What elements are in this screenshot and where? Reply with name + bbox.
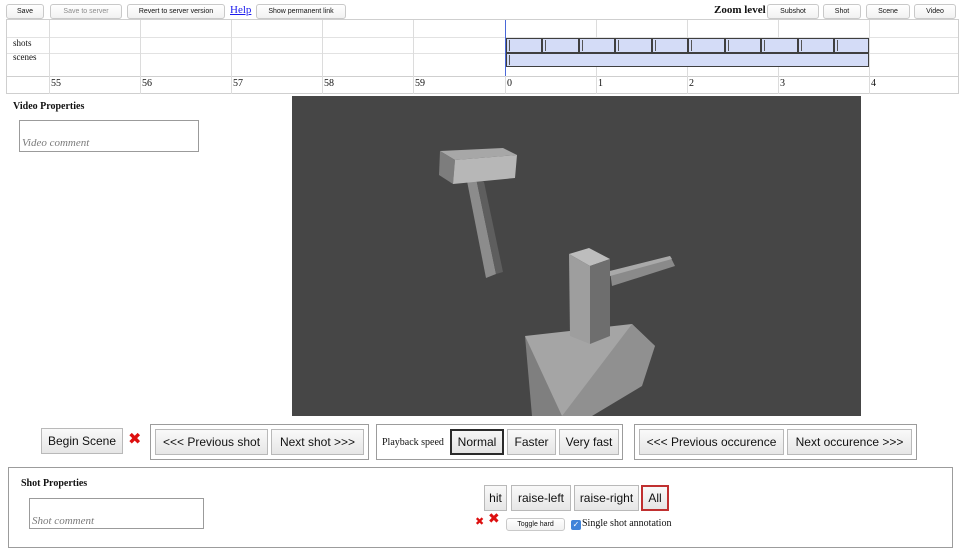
zoom-shot-button[interactable]: Shot <box>823 4 861 19</box>
timeline-scenes-label: scenes <box>13 52 37 62</box>
shot-segment[interactable] <box>506 38 542 53</box>
zoom-video-button[interactable]: Video <box>914 4 956 19</box>
playhead-cursor[interactable] <box>505 20 506 76</box>
timeline-tick-label: 55 <box>51 78 61 89</box>
timeline-gridline <box>413 20 414 94</box>
zoom-level-label: Zoom level <box>714 4 766 16</box>
timeline-tick-label: 0 <box>507 78 512 89</box>
timeline-gridline <box>869 20 870 94</box>
next-occurence-button[interactable]: Next occurence >>> <box>787 429 912 455</box>
timeline-tick-label: 4 <box>871 78 876 89</box>
shot-properties-title: Shot Properties <box>21 478 88 489</box>
shot-properties-panel: Shot Properties hit raise-left raise-rig… <box>8 467 953 548</box>
revert-button[interactable]: Revert to server version <box>127 4 225 19</box>
video-player[interactable] <box>292 96 861 416</box>
timeline-tick-label: 1 <box>598 78 603 89</box>
label-all-button[interactable]: All <box>641 485 669 511</box>
previous-shot-button[interactable]: <<< Previous shot <box>155 429 268 455</box>
timeline-gridline <box>322 20 323 94</box>
video-comment-input[interactable] <box>19 120 199 152</box>
shot-segment[interactable] <box>652 38 688 53</box>
shot-segment[interactable] <box>834 38 869 53</box>
shot-comment-input[interactable] <box>29 498 204 529</box>
single-shot-label: Single shot annotation <box>582 518 672 529</box>
timeline-gridline <box>231 20 232 94</box>
shot-segment[interactable] <box>725 38 761 53</box>
speed-faster-button[interactable]: Faster <box>507 429 556 455</box>
speed-normal-button[interactable]: Normal <box>450 429 504 455</box>
scene-segment[interactable] <box>506 53 869 67</box>
label-raise-left-button[interactable]: raise-left <box>511 485 571 511</box>
shot-segment[interactable] <box>688 38 725 53</box>
timeline-tick-label: 2 <box>689 78 694 89</box>
timeline-gridline <box>49 20 50 94</box>
save-to-server-button[interactable]: Save to server <box>50 4 122 19</box>
delete-icon[interactable]: ✖ <box>488 511 500 527</box>
permanent-link-button[interactable]: Show permanent link <box>256 4 346 19</box>
label-hit-button[interactable]: hit <box>484 485 507 511</box>
timeline-axis-line <box>7 76 958 77</box>
shot-segment[interactable] <box>542 38 579 53</box>
timeline-tick-label: 56 <box>142 78 152 89</box>
zoom-subshot-button[interactable]: Subshot <box>767 4 819 19</box>
timeline-tick-label: 59 <box>415 78 425 89</box>
video-frame <box>439 148 675 416</box>
occurence-navigation-group: <<< Previous occurence Next occurence >>… <box>634 424 917 460</box>
playback-speed-group: Playback speed Normal Faster Very fast <box>376 424 623 460</box>
shot-segment[interactable] <box>615 38 652 53</box>
toggle-hard-button[interactable]: Toggle hard <box>506 518 565 531</box>
shot-segment[interactable] <box>761 38 798 53</box>
timeline-gridline <box>140 20 141 94</box>
timeline-tick-label: 57 <box>233 78 243 89</box>
begin-scene-button[interactable]: Begin Scene <box>41 428 123 454</box>
label-raise-right-button[interactable]: raise-right <box>574 485 639 511</box>
delete-small-icon[interactable]: ✖ <box>475 515 484 528</box>
help-link[interactable]: Help <box>230 4 251 16</box>
single-shot-checkbox[interactable]: ✓ <box>571 520 581 530</box>
shot-segment[interactable] <box>579 38 615 53</box>
shot-segment[interactable] <box>798 38 834 53</box>
timeline[interactable]: shots scenes 55 56 57 58 59 0 1 2 3 4 <box>6 19 959 94</box>
delete-scene-icon[interactable]: ✖ <box>128 429 141 448</box>
playback-speed-label: Playback speed <box>382 437 444 448</box>
shot-navigation-group: <<< Previous shot Next shot >>> <box>150 424 369 460</box>
previous-occurence-button[interactable]: <<< Previous occurence <box>639 429 784 455</box>
video-properties-title: Video Properties <box>13 101 85 112</box>
next-shot-button[interactable]: Next shot >>> <box>271 429 364 455</box>
speed-very-fast-button[interactable]: Very fast <box>559 429 619 455</box>
timeline-tick-label: 58 <box>324 78 334 89</box>
timeline-shots-label: shots <box>13 38 32 48</box>
zoom-scene-button[interactable]: Scene <box>866 4 910 19</box>
save-button[interactable]: Save <box>6 4 44 19</box>
timeline-tick-label: 3 <box>780 78 785 89</box>
